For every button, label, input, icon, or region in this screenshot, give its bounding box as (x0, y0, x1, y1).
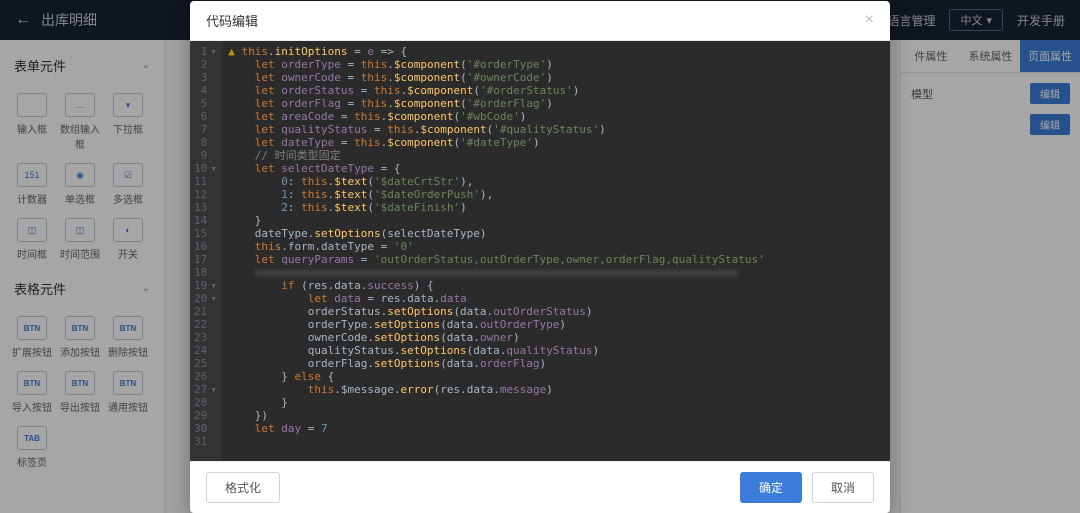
format-button[interactable]: 格式化 (206, 472, 280, 503)
code-edit-modal: 代码编辑 × 1▾2345678910▾111213141516171819▾2… (190, 1, 890, 513)
modal-title: 代码编辑 (206, 11, 258, 30)
modal-overlay: 代码编辑 × 1▾2345678910▾111213141516171819▾2… (0, 0, 1080, 513)
cancel-button[interactable]: 取消 (812, 472, 874, 503)
ok-button[interactable]: 确定 (740, 472, 802, 503)
close-icon[interactable]: × (865, 11, 874, 29)
code-editor[interactable]: 1▾2345678910▾111213141516171819▾20▾21222… (190, 41, 890, 461)
